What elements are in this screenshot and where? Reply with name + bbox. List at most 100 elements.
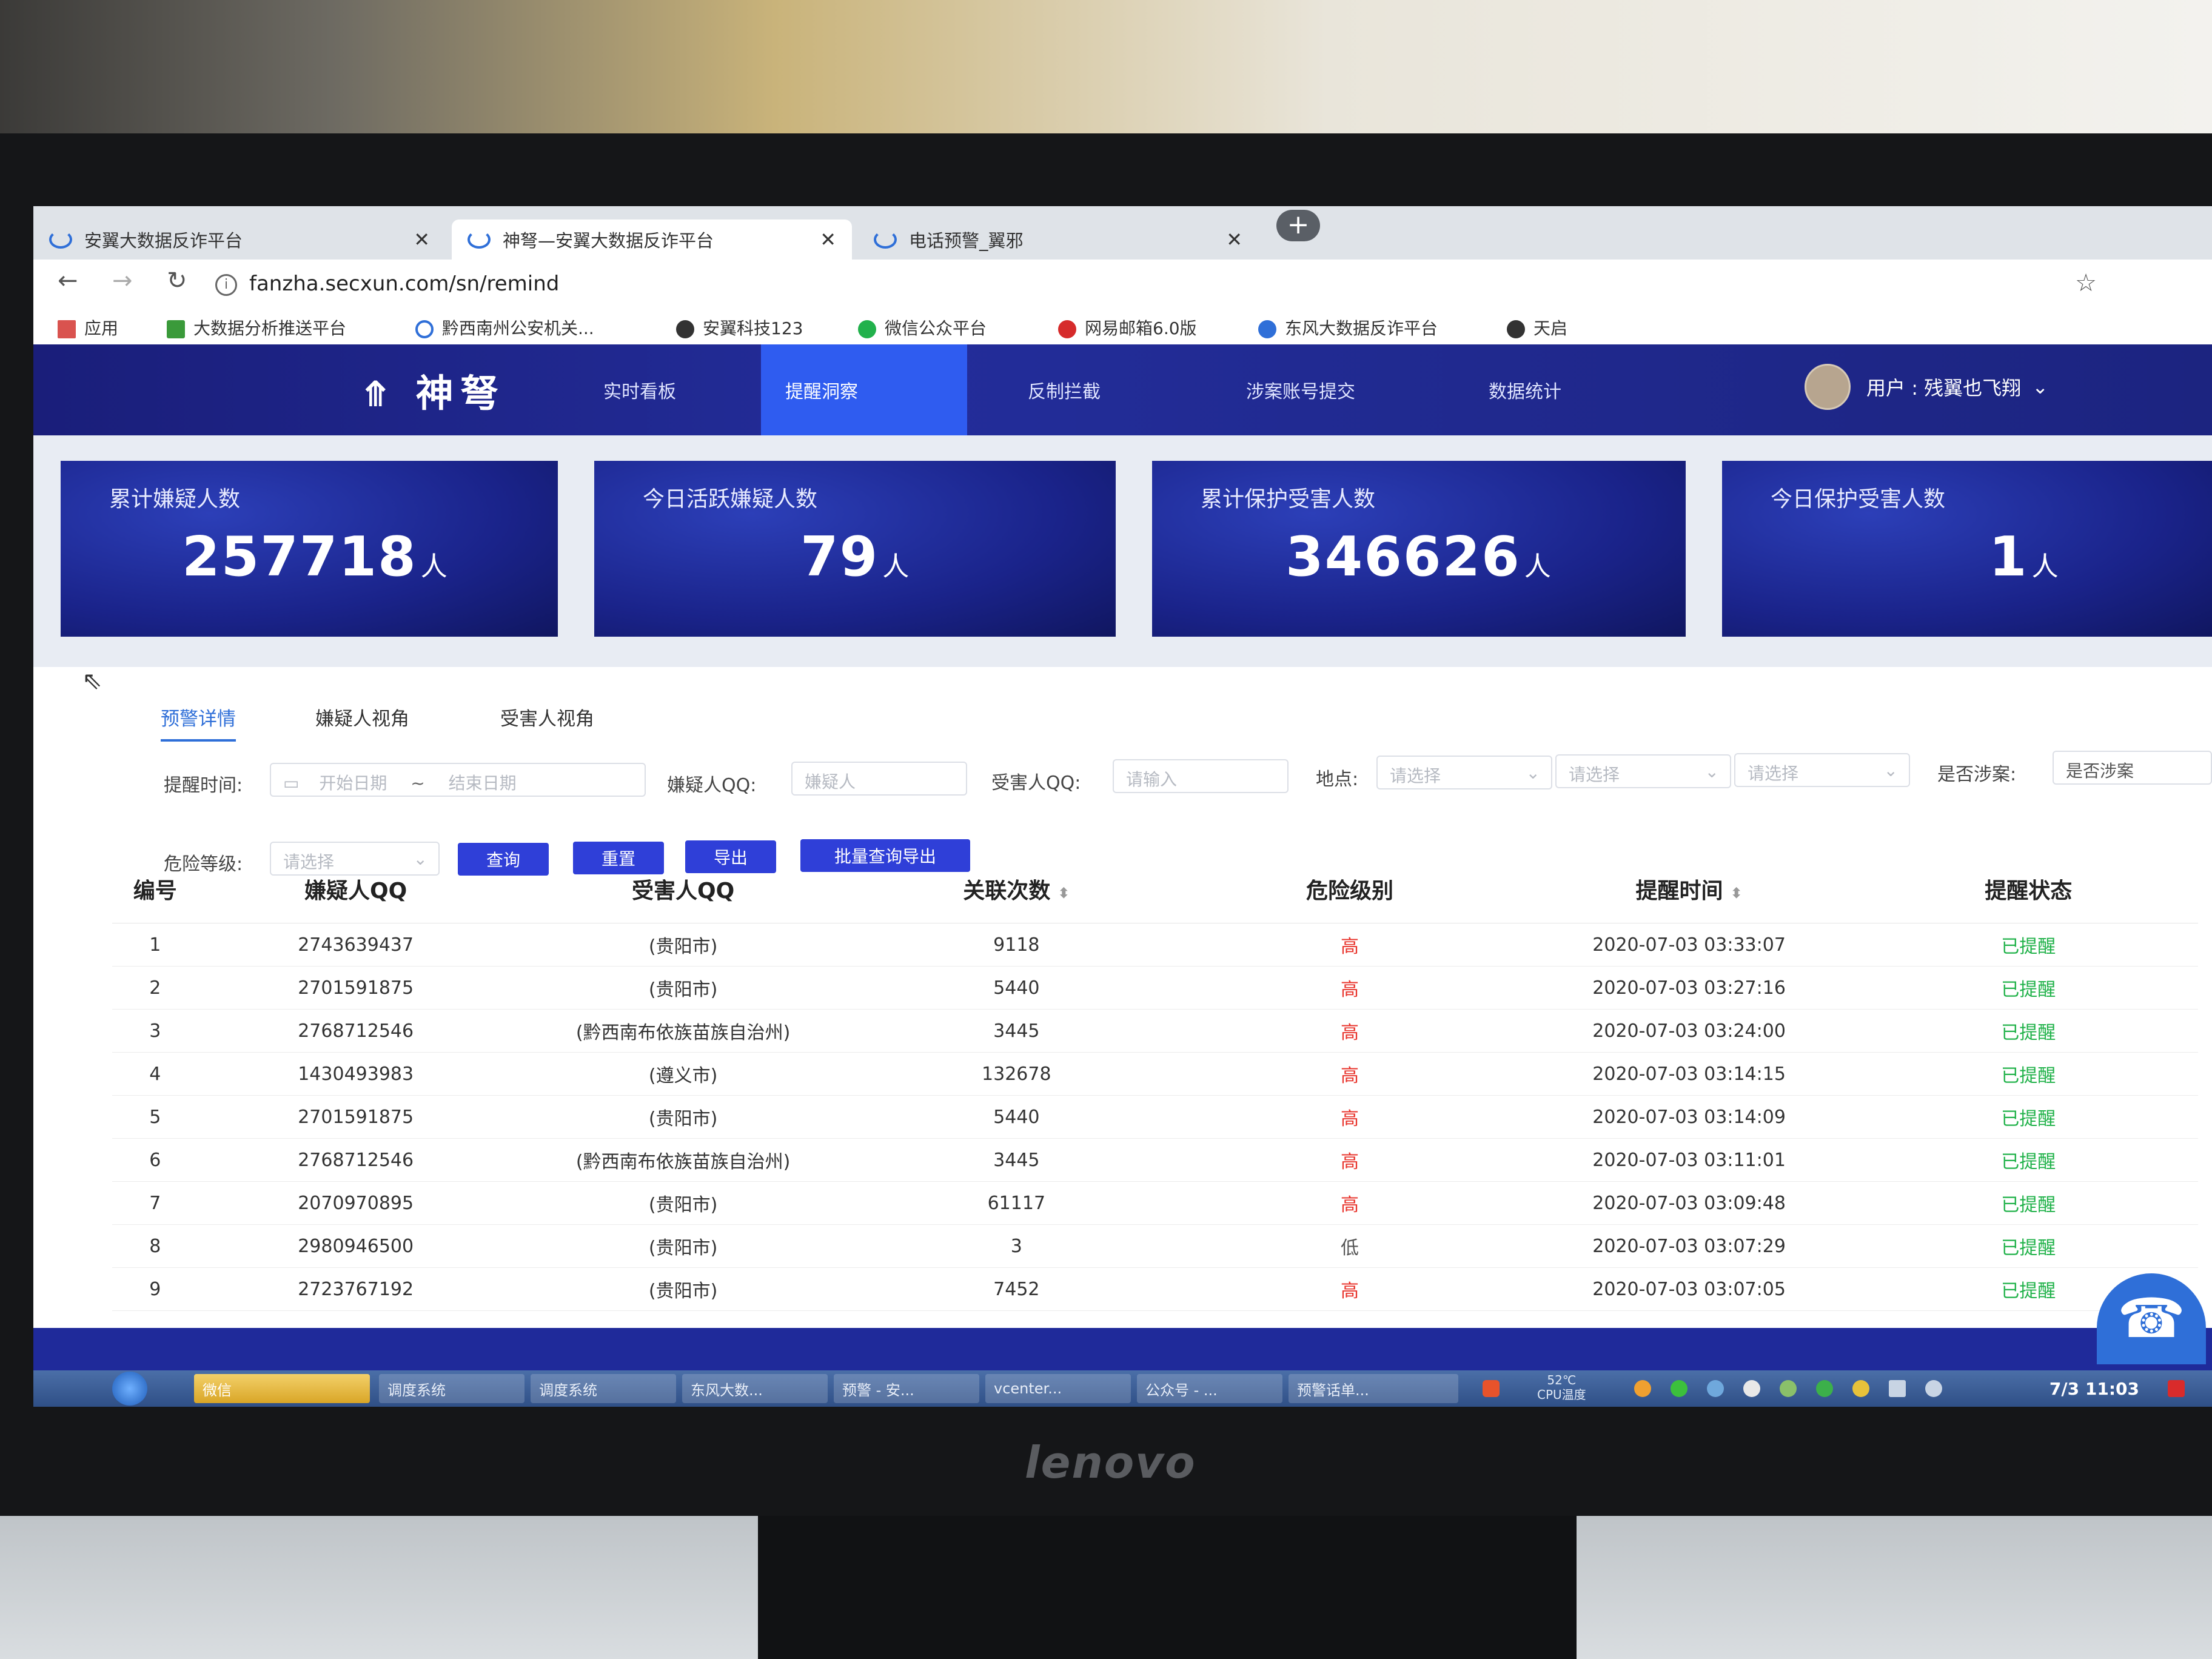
bookmark-item[interactable]: 东风大数据反诈平台: [1258, 315, 1438, 340]
bookmark-item[interactable]: 天启: [1507, 315, 1567, 340]
date-range-picker[interactable]: ▭ 开始日期 ~ 结束日期: [270, 763, 646, 797]
province-select[interactable]: 请选择 ⌄: [1376, 756, 1552, 789]
table-row[interactable]: 6 2768712546 (黔西南布依族苗族自治州) 3445 高 2020-07-03 …: [112, 1138, 2198, 1182]
menu-label: 提醒洞察: [785, 381, 858, 403]
taskbar-label: 调度系统: [539, 1381, 597, 1399]
bookmark-item[interactable]: 网易邮箱6.0版: [1058, 315, 1197, 340]
volume-icon[interactable]: [1925, 1380, 1942, 1397]
column-header: 嫌疑人QQ: [198, 855, 514, 923]
taskbar-item[interactable]: 调度系统: [379, 1374, 525, 1403]
table-row[interactable]: 9 2723767192 (贵阳市) 7452 高 2020-07-03 03:07:05…: [112, 1267, 2198, 1311]
column-header[interactable]: 关联次数 ⬍: [853, 855, 1181, 923]
tray-icon[interactable]: [1780, 1380, 1797, 1397]
app-logo[interactable]: ⤊ 神弩: [361, 363, 506, 417]
browser-tab[interactable]: 电话预警_翼邪 ✕: [858, 220, 1258, 260]
browser-tab[interactable]: 安翼大数据反诈平台 ✕: [33, 220, 446, 260]
stat-value: 346626: [1285, 525, 1521, 589]
taskbar-item[interactable]: 调度系统: [531, 1374, 676, 1403]
browser-tab-active[interactable]: 神弩—安翼大数据反诈平台 ✕: [452, 220, 852, 260]
city-select[interactable]: 请选择 ⌄: [1555, 754, 1731, 788]
suspect-qq-input[interactable]: 嫌疑人: [791, 762, 967, 796]
stat-card-total-protected: 累计保护受害人数 346626 人: [1152, 461, 1686, 637]
apps-grid-icon: [58, 320, 76, 338]
info-icon[interactable]: i: [215, 273, 237, 296]
network-icon[interactable]: [1889, 1380, 1906, 1397]
notification-icon[interactable]: [2168, 1380, 2185, 1397]
bookmark-item[interactable]: 大数据分析推送平台: [167, 315, 346, 340]
case-involved-select[interactable]: 是否涉案: [2053, 751, 2212, 785]
app-tray-icon[interactable]: [1483, 1380, 1500, 1397]
back-arrow-icon[interactable]: ←: [58, 267, 78, 295]
sort-icon[interactable]: ⬍: [1057, 885, 1070, 902]
menu-remind-insight[interactable]: 提醒洞察: [761, 344, 967, 435]
menu-account-submit[interactable]: 涉案账号提交: [1222, 344, 1379, 435]
filter-label: 嫌疑人QQ:: [667, 775, 757, 796]
forward-arrow-icon[interactable]: →: [112, 267, 133, 295]
tab-alert-detail[interactable]: 预警详情: [161, 703, 236, 742]
remind-time: 2020-07-03 03:14:09: [1519, 1095, 1859, 1139]
remind-status: 已提醒: [1858, 1095, 2198, 1139]
bookmark-favicon-icon: [167, 320, 185, 338]
tray-icon[interactable]: [1707, 1380, 1724, 1397]
risk-level: 高: [1180, 1009, 1520, 1053]
shield-icon[interactable]: [1816, 1380, 1833, 1397]
calendar-icon: ▭: [283, 773, 300, 793]
tray-icon[interactable]: [1852, 1380, 1869, 1397]
url-field[interactable]: i fanzha.secxun.com/sn/remind: [215, 272, 559, 296]
table-row[interactable]: 3 2768712546 (黔西南布依族苗族自治州) 3445 高 2020-07-03 …: [112, 1009, 2198, 1053]
taskbar-item[interactable]: 预警 - 安...: [834, 1374, 979, 1403]
taskbar-item[interactable]: 东风大数...: [682, 1374, 828, 1403]
reload-icon[interactable]: ↻: [167, 267, 187, 295]
close-icon[interactable]: ✕: [1226, 228, 1242, 251]
user-menu[interactable]: 用户 : 残翼也飞翔 ⌄: [1805, 364, 2048, 410]
table-row[interactable]: 1 2743639437 (贵阳市) 9118 高 2020-07-03 03:33:07…: [112, 923, 2198, 967]
taskbar-label: 预警话单...: [1297, 1381, 1369, 1399]
close-icon[interactable]: ✕: [820, 228, 836, 251]
stat-unit: 人: [882, 551, 911, 582]
county-select[interactable]: 请选择 ⌄: [1734, 753, 1910, 787]
bookmark-item[interactable]: 微信公众平台: [858, 315, 987, 340]
menu-statistics[interactable]: 数据统计: [1464, 344, 1586, 435]
start-button-icon[interactable]: [112, 1372, 147, 1406]
taskbar-item[interactable]: 微信: [194, 1374, 370, 1403]
table-row[interactable]: 8 2980946500 (贵阳市) 3 低 2020-07-03 03:07:29 已提醒: [112, 1224, 2198, 1268]
bookmark-item[interactable]: 黔西南州公安机关...: [415, 315, 594, 340]
chevron-down-icon: ⌄: [1704, 762, 1719, 782]
menu-realtime-board[interactable]: 实时看板: [579, 344, 700, 435]
tab-victim-view[interactable]: 受害人视角: [500, 703, 594, 731]
close-icon[interactable]: ✕: [414, 228, 430, 251]
filter-label: 提醒时间:: [164, 775, 243, 796]
table-row[interactable]: 5 2701591875 (贵阳市) 5440 高 2020-07-03 03:14:09…: [112, 1095, 2198, 1139]
suspect-qq: 2701591875: [198, 1095, 514, 1139]
taskbar-item[interactable]: 公众号 - ...: [1137, 1374, 1282, 1403]
logo-text: 神弩: [415, 371, 506, 415]
row-number: 5: [112, 1095, 198, 1139]
bookmark-star-icon[interactable]: ☆: [2075, 269, 2097, 297]
table-row[interactable]: 2 2701591875 (贵阳市) 5440 高 2020-07-03 03:27:16…: [112, 966, 2198, 1010]
bookmark-favicon-icon: [1258, 320, 1276, 338]
bookmark-apps[interactable]: 应用: [58, 315, 118, 340]
table-row[interactable]: 4 1430493983 (遵义市) 132678 高 2020-07-03 03:14:…: [112, 1052, 2198, 1096]
stat-title: 累计嫌疑人数: [109, 487, 241, 512]
bookmark-label: 网易邮箱6.0版: [1085, 318, 1197, 338]
taskbar-item[interactable]: vcenter...: [985, 1374, 1131, 1403]
column-header[interactable]: 提醒时间 ⬍: [1519, 855, 1859, 923]
menu-counter-intercept[interactable]: 反制拦截: [1004, 344, 1125, 435]
remind-status: 已提醒: [1858, 1224, 2198, 1268]
victim-qq-input[interactable]: 请输入: [1113, 759, 1289, 793]
bell-icon[interactable]: [1743, 1380, 1760, 1397]
table-row[interactable]: 7 2070970895 (贵阳市) 61117 高 2020-07-03 03:09:4…: [112, 1181, 2198, 1225]
column-header[interactable]: 编号: [112, 855, 198, 923]
new-tab-button[interactable]: +: [1276, 210, 1320, 241]
tray-icon[interactable]: [1634, 1380, 1651, 1397]
tab-suspect-view[interactable]: 嫌疑人视角: [315, 703, 409, 731]
system-clock[interactable]: 7/3 11:03: [2049, 1379, 2139, 1399]
sort-icon[interactable]: ⬍: [1731, 885, 1743, 902]
bookmark-item[interactable]: 安翼科技123: [676, 315, 803, 340]
bookmark-label: 微信公众平台: [885, 318, 987, 338]
risk-level: 高: [1180, 1138, 1520, 1182]
victim-qq: (黔西南布依族苗族自治州): [513, 1138, 853, 1182]
wechat-tray-icon[interactable]: [1671, 1380, 1687, 1397]
menu-label: 实时看板: [603, 381, 676, 403]
taskbar-item[interactable]: 预警话单...: [1289, 1374, 1458, 1403]
